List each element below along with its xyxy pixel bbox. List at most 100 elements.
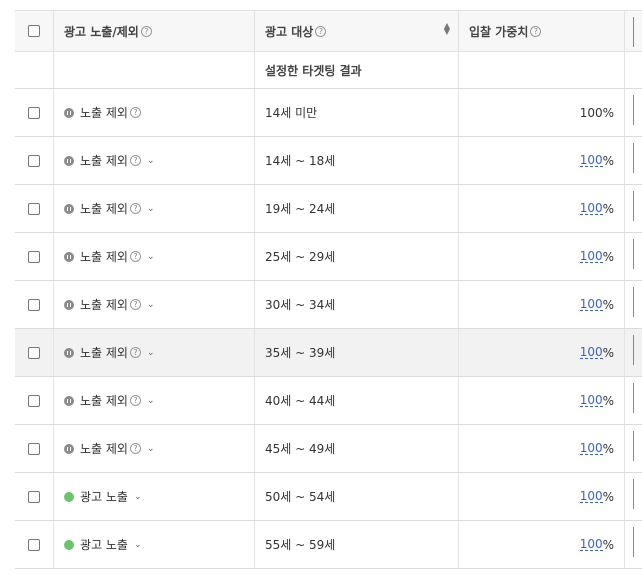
row-checkbox[interactable] [28, 250, 40, 263]
column-divider [633, 527, 634, 557]
status-paused-icon [64, 443, 74, 454]
bid-weight-link[interactable]: 100 [579, 490, 603, 503]
column-divider [633, 143, 634, 173]
row-checkbox[interactable] [28, 394, 40, 407]
table-body: 노출 제외 ? 14세 미만 100% 노출 제외 ? ⌄ 14세 ~ 18세 1… [15, 89, 642, 569]
status-on-icon [64, 491, 74, 502]
row-extra-cell [625, 89, 642, 136]
exposure-cell[interactable]: 광고 노출 ⌄ [54, 473, 255, 520]
target-cell: 25세 ~ 29세 [255, 233, 459, 280]
exposure-status-label: 광고 노출 [80, 490, 128, 504]
chevron-down-icon[interactable]: ⌄ [147, 444, 155, 454]
header-bid: 입찰 가중치 ? [459, 11, 625, 51]
row-select-cell [15, 89, 54, 136]
percent-unit: % [602, 249, 614, 264]
exposure-cell[interactable]: 노출 제외 ? ⌄ [54, 185, 255, 232]
percent-unit: % [602, 537, 614, 552]
target-cell: 19세 ~ 24세 [255, 185, 459, 232]
help-icon[interactable]: ? [129, 299, 141, 310]
header-exposure: 광고 노출/제외 ? [54, 11, 255, 51]
row-select-cell [15, 521, 54, 568]
percent-unit: % [602, 345, 614, 360]
help-icon[interactable]: ? [530, 25, 542, 37]
exposure-cell[interactable]: 노출 제외 ? ⌄ [54, 329, 255, 376]
exposure-cell[interactable]: 노출 제외 ? ⌄ [54, 425, 255, 472]
header-target[interactable]: 광고 대상 ? ▲ ▼ [255, 11, 459, 51]
header-target-label: 광고 대상 [265, 24, 314, 39]
sub-empty-4 [625, 52, 642, 88]
sub-empty-0 [15, 52, 54, 88]
bid-weight-link[interactable]: 100 [579, 346, 603, 359]
help-icon[interactable]: ? [140, 25, 152, 37]
table-row: 노출 제외 ? ⌄ 35세 ~ 39세 100% [15, 329, 642, 377]
sort-icon[interactable]: ▲ ▼ [444, 22, 450, 36]
column-divider [633, 287, 634, 317]
age-range-label: 55세 ~ 59세 [265, 538, 336, 552]
help-icon[interactable]: ? [129, 251, 141, 262]
sub-empty-1 [54, 52, 255, 88]
bid-weight-link[interactable]: 100 [579, 250, 603, 263]
row-extra-cell [625, 425, 642, 472]
chevron-down-icon[interactable]: ⌄ [134, 492, 142, 502]
row-checkbox[interactable] [28, 442, 40, 455]
chevron-down-icon[interactable]: ⌄ [147, 396, 155, 406]
exposure-cell[interactable]: 노출 제외 ? ⌄ [54, 233, 255, 280]
bid-weight-link[interactable]: 100 [579, 442, 603, 455]
status-paused-icon [64, 203, 74, 214]
help-icon[interactable]: ? [129, 443, 141, 454]
row-extra-cell [625, 185, 642, 232]
status-paused-icon [64, 155, 74, 166]
subheader-target: 설정한 타겟팅 결과 [255, 52, 459, 88]
bid-weight-link[interactable]: 100 [579, 394, 603, 407]
exposure-cell[interactable]: 노출 제외 ? ⌄ [54, 377, 255, 424]
percent-unit: % [602, 393, 614, 408]
age-range-label: 14세 ~ 18세 [265, 154, 336, 168]
bid-weight-link[interactable]: 100 [579, 538, 603, 551]
chevron-down-icon[interactable]: ⌄ [147, 300, 155, 310]
row-checkbox[interactable] [28, 346, 40, 359]
header-bid-label: 입찰 가중치 [469, 24, 529, 39]
chevron-down-icon[interactable]: ⌄ [147, 348, 155, 358]
help-icon[interactable]: ? [129, 155, 141, 166]
table-row: 노출 제외 ? ⌄ 30세 ~ 34세 100% [15, 281, 642, 329]
bid-weight-link[interactable]: 100 [579, 202, 603, 215]
chevron-down-icon[interactable]: ⌄ [147, 252, 155, 262]
row-extra-cell [625, 521, 642, 568]
row-checkbox[interactable] [28, 202, 40, 215]
chevron-down-icon[interactable]: ⌄ [134, 540, 142, 550]
percent-unit: % [602, 297, 614, 312]
row-checkbox[interactable] [28, 154, 40, 167]
table-row: 광고 노출 ⌄ 50세 ~ 54세 100% [15, 473, 642, 521]
help-icon[interactable]: ? [129, 347, 141, 358]
status-paused-icon [64, 251, 74, 262]
chevron-down-icon[interactable]: ⌄ [147, 156, 155, 166]
help-icon[interactable]: ? [315, 25, 327, 37]
table-row: 노출 제외 ? ⌄ 19세 ~ 24세 100% [15, 185, 642, 233]
sub-empty-3 [459, 52, 625, 88]
help-icon[interactable]: ? [129, 203, 141, 214]
help-icon[interactable]: ? [129, 395, 141, 406]
exposure-status-label: 노출 제외 [80, 298, 128, 312]
select-all-checkbox[interactable] [28, 25, 40, 37]
exposure-cell[interactable]: 노출 제외 ? ⌄ [54, 281, 255, 328]
table-row: 노출 제외 ? ⌄ 14세 ~ 18세 100% [15, 137, 642, 185]
table-header: 광고 노출/제외 ? 광고 대상 ? ▲ ▼ 입찰 가중치 ? [15, 11, 642, 52]
column-divider [633, 239, 634, 269]
row-checkbox[interactable] [28, 490, 40, 503]
help-icon[interactable]: ? [129, 107, 141, 118]
exposure-cell[interactable]: 노출 제외 ? ⌄ [54, 137, 255, 184]
percent-unit: % [602, 489, 614, 504]
bid-cell: 100% [459, 521, 625, 568]
row-checkbox[interactable] [28, 106, 40, 119]
bid-weight-link[interactable]: 100 [579, 154, 603, 167]
exposure-cell[interactable]: 광고 노출 ⌄ [54, 521, 255, 568]
chevron-down-icon[interactable]: ⌄ [147, 204, 155, 214]
table-row: 광고 노출 ⌄ 55세 ~ 59세 100% [15, 521, 642, 569]
bid-weight-link[interactable]: 100 [579, 298, 603, 311]
age-range-label: 19세 ~ 24세 [265, 202, 336, 216]
row-checkbox[interactable] [28, 298, 40, 311]
row-checkbox[interactable] [28, 538, 40, 551]
target-cell: 50세 ~ 54세 [255, 473, 459, 520]
status-paused-icon [64, 395, 74, 406]
exposure-status-label: 노출 제외 [80, 250, 128, 264]
